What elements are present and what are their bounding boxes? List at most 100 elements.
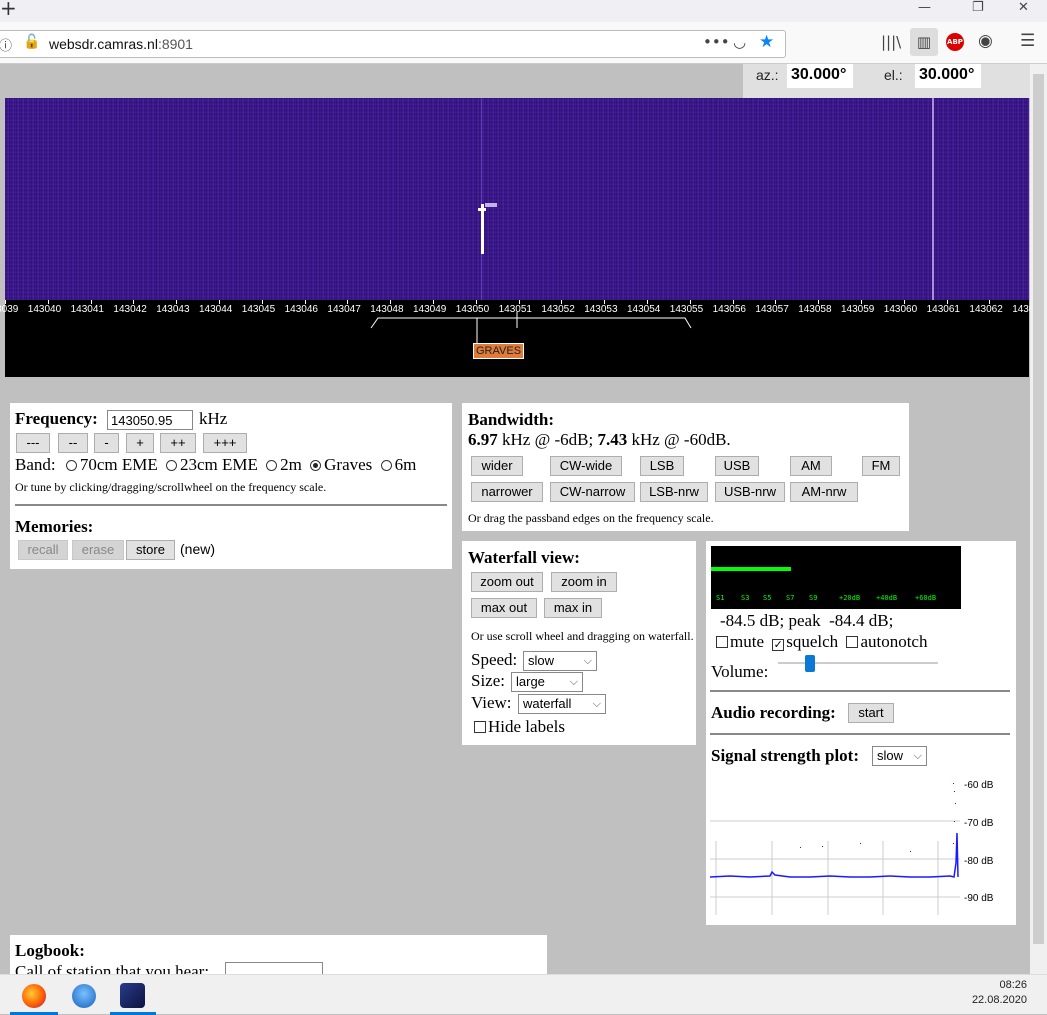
speed-select[interactable]: slow ⌵ [523, 651, 597, 671]
thunderbird-icon[interactable] [72, 984, 96, 1008]
view-label: View: [471, 693, 512, 712]
recording-title: Audio recording: [711, 703, 836, 722]
scrollbar-thumb[interactable] [1033, 74, 1044, 944]
bandwidth-hint: Or drag the passband edges on the freque… [468, 511, 714, 525]
narrower-button[interactable]: narrower [471, 482, 543, 502]
volume-slider[interactable] [805, 655, 815, 672]
frequency-input[interactable] [107, 410, 193, 430]
checkbox-icon[interactable] [716, 636, 728, 648]
checkbox-checked-icon[interactable]: ✓ [772, 639, 785, 651]
mute-option[interactable]: mute [716, 632, 764, 651]
tune-up-2-button[interactable]: ++ [160, 433, 196, 453]
lsb-nrw-button[interactable]: LSB-nrw [640, 482, 708, 502]
radio-selected-icon[interactable] [310, 460, 322, 471]
size-select[interactable]: large ⌵ [511, 672, 583, 692]
app-icon[interactable] [120, 983, 145, 1008]
max-out-button[interactable]: max out [471, 598, 537, 618]
insecure-lock-icon[interactable]: 🔓 [23, 34, 40, 50]
cw-narrow-button[interactable]: CW-narrow [550, 482, 635, 502]
max-in-button[interactable]: max in [544, 598, 602, 618]
frequency-scale[interactable]: 1430391430401430411430421430431430441430… [0, 300, 1046, 377]
checkbox-icon[interactable] [474, 721, 486, 733]
s-meter-label: S1 [716, 594, 725, 602]
signal-panel: S1 S3 S5 S7 S9 +20dB +40dB +60dB -84.5 dB; peak… [706, 541, 1016, 925]
graves-label[interactable]: GRAVES [473, 343, 525, 359]
band-70cm[interactable]: 70cm EME [65, 455, 158, 474]
menu-icon[interactable]: ☰ [1020, 31, 1035, 51]
band-graves[interactable]: Graves [310, 455, 372, 474]
audio-options: mute ✓ squelch autonotch [716, 632, 927, 652]
url-text[interactable]: websdr.camras.nl:8901 [49, 36, 193, 52]
url-bar[interactable]: ⓘ 🔓 websdr.camras.nl:8901 ••• ◡ ★ [0, 30, 786, 58]
pocket-icon[interactable]: ◡ [733, 33, 746, 51]
band-23cm[interactable]: 23cm EME [166, 455, 258, 474]
firefox-icon[interactable] [22, 984, 46, 1008]
s-meter-bar [711, 567, 791, 571]
wider-button[interactable]: wider [471, 456, 523, 476]
volume-label: Volume: [711, 662, 769, 681]
logbook-title: Logbook: [15, 941, 85, 960]
s-meter-label: +40dB [876, 594, 898, 602]
store-button[interactable]: store [126, 540, 175, 560]
passband-shape[interactable] [370, 317, 692, 329]
checkbox-icon[interactable] [846, 636, 859, 648]
adblock-icon[interactable]: ABP [946, 33, 964, 51]
bookmark-star-icon[interactable]: ★ [759, 32, 774, 52]
volume-track[interactable] [778, 662, 938, 664]
chevron-down-icon: ⌵ [592, 698, 601, 710]
title-bar: + — ❐ ✕ [0, 0, 1047, 22]
band-6m[interactable]: 6m [380, 455, 416, 474]
restore-icon[interactable]: ❐ [972, 0, 984, 15]
autonotch-option[interactable]: autonotch [846, 632, 927, 651]
zoom-out-button[interactable]: zoom out [471, 572, 543, 592]
recording-start-button[interactable]: start [848, 703, 894, 723]
band-2m[interactable]: 2m [266, 455, 302, 474]
radio-icon[interactable] [166, 460, 178, 471]
library-icon[interactable]: |||\ [881, 33, 901, 51]
divider [710, 733, 1010, 735]
radio-icon[interactable] [266, 460, 278, 471]
tune-up-1-button[interactable]: + [126, 433, 154, 453]
radio-icon[interactable] [380, 460, 392, 471]
minimize-icon[interactable]: — [918, 0, 931, 15]
fm-button[interactable]: FM [862, 456, 900, 476]
new-tab-icon[interactable]: + [0, 0, 17, 20]
page-actions-icon[interactable]: ••• [703, 33, 730, 51]
el-label: el.: [884, 67, 903, 83]
tune-up-3-button[interactable]: +++ [203, 433, 247, 453]
plot-speed-select[interactable]: slow ⌵ [872, 746, 927, 766]
call-input[interactable] [225, 962, 323, 974]
waterfall-hint: Or use scroll wheel and dragging on wate… [471, 629, 694, 643]
divider [15, 504, 447, 506]
clock-time: 08:26 [999, 979, 1027, 991]
recall-button[interactable]: recall [18, 540, 68, 560]
hide-labels-option[interactable]: Hide labels [474, 717, 565, 737]
account-icon[interactable]: ◉ [978, 31, 993, 51]
erase-button[interactable]: erase [72, 540, 124, 560]
el-value: 30.000° [915, 64, 981, 88]
s-meter-label: S7 [786, 594, 795, 602]
usb-button[interactable]: USB [715, 456, 759, 476]
page-scrollbar[interactable] [1030, 64, 1047, 974]
call-label: Call of station that you hear: [15, 962, 210, 974]
close-icon[interactable]: ✕ [1018, 0, 1029, 15]
zoom-in-button[interactable]: zoom in [551, 572, 617, 592]
tune-down-1-button[interactable]: - [94, 433, 119, 453]
usb-nrw-button[interactable]: USB-nrw [715, 482, 785, 502]
am-button[interactable]: AM [790, 456, 832, 476]
squelch-option[interactable]: ✓ squelch [772, 632, 838, 651]
info-icon[interactable]: ⓘ [0, 35, 12, 54]
tune-down-2-button[interactable]: -- [58, 433, 88, 453]
radio-icon[interactable] [65, 460, 77, 471]
s-meter-label: +20dB [839, 594, 861, 602]
tune-down-3-button[interactable]: --- [16, 433, 50, 453]
view-select[interactable]: waterfall ⌵ [518, 694, 606, 714]
chevron-down-icon: ⌵ [583, 655, 592, 667]
am-nrw-button[interactable]: AM-nrw [790, 482, 858, 502]
cw-wide-button[interactable]: CW-wide [550, 456, 622, 476]
speed-label: Speed: [471, 650, 518, 669]
waterfall-display[interactable] [5, 98, 1029, 300]
sidebar-icon[interactable]: ▥ [910, 28, 938, 56]
lsb-button[interactable]: LSB [640, 456, 684, 476]
clock[interactable]: 08:26 22.08.2020 [972, 979, 1027, 1006]
